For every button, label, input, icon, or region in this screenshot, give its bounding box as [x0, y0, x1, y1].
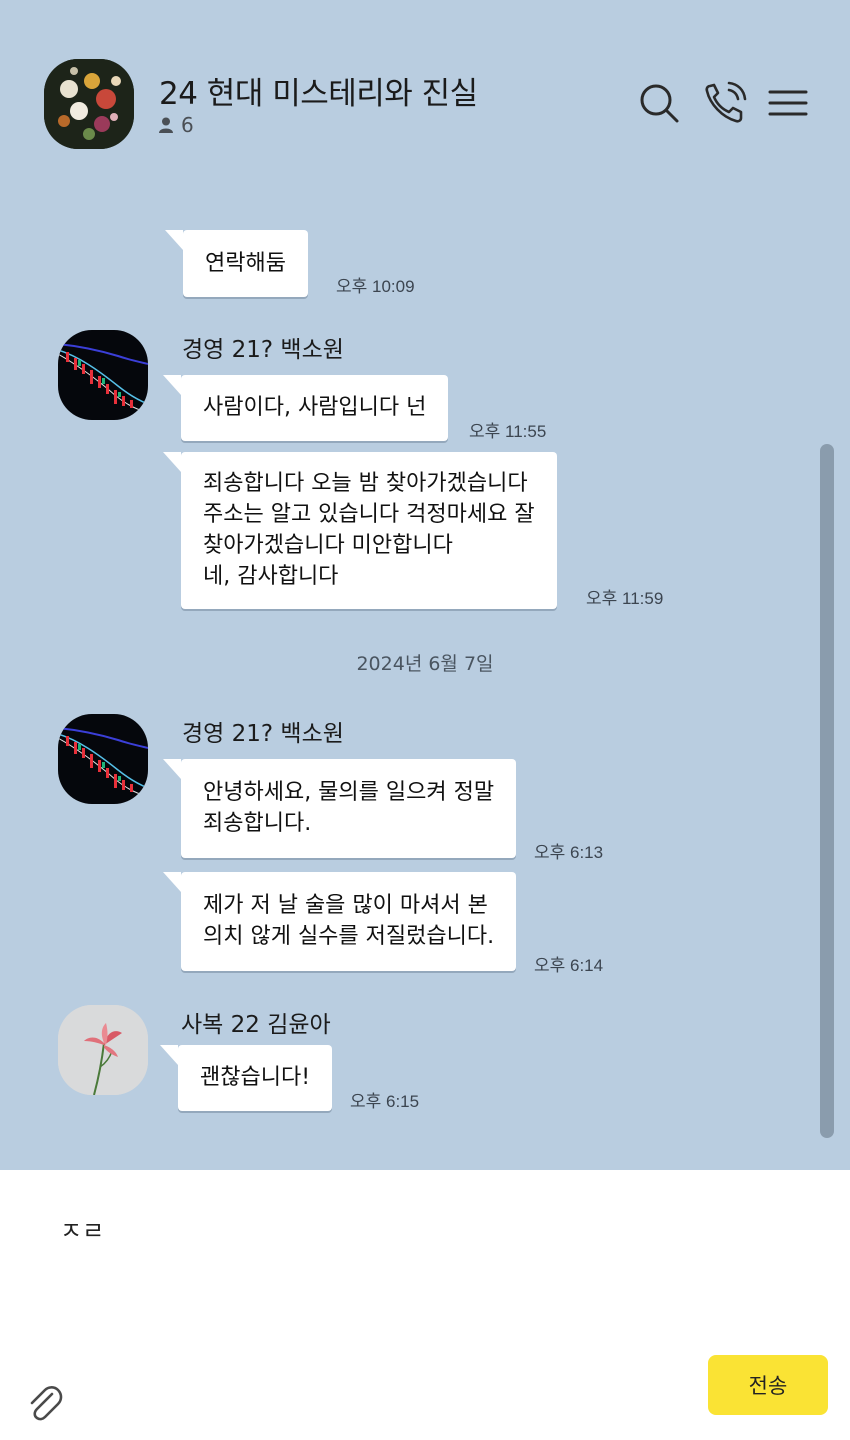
room-title: 24 현대 미스테리와 진실	[159, 76, 478, 112]
message-bubble[interactable]: 사람이다, 사람입니다 넌	[162, 375, 449, 441]
message-line: 제가 저 날 술을 많이 마셔서 본	[203, 893, 488, 918]
message-bubble[interactable]: 괜찮습니다!	[159, 1045, 333, 1111]
message-time: 오후 6:14	[534, 956, 604, 975]
sender-name: 경영 21? 백소원	[182, 721, 344, 747]
message-time: 오후 11:59	[586, 589, 664, 608]
message-bubble[interactable]: 안녕하세요, 물의를 일으켜 정말 죄송합니다.	[162, 759, 517, 858]
message-time: 오후 10:09	[336, 277, 415, 296]
message-line: 죄송합니다 오늘 밤 찾아가겠습니다	[203, 471, 528, 496]
message-line: 네, 감사합니다	[203, 564, 339, 589]
person-icon	[159, 117, 173, 133]
message-bubble[interactable]: 제가 저 날 술을 많이 마셔서 본 의치 않게 실수를 저질렀습니다.	[162, 872, 517, 971]
input-area: 전송	[0, 1170, 850, 1440]
message-text: 연락해둠	[205, 251, 286, 276]
avatar[interactable]	[58, 330, 148, 420]
message-input[interactable]	[60, 1214, 660, 1242]
message-time: 오후 6:13	[534, 843, 604, 862]
message-line: 찾아가겠습니다 미안합니다	[203, 533, 453, 558]
chat-header: 24 현대 미스테리와 진실 6	[0, 0, 850, 180]
menu-icon[interactable]	[766, 80, 812, 126]
avatar[interactable]	[58, 1005, 148, 1095]
call-icon[interactable]	[702, 80, 748, 126]
message-line: 죄송합니다.	[203, 811, 312, 836]
chat-area[interactable]: 연락해둠 오후 10:09 경영 21? 백소원 사람이다, 사람입니다 넌 오…	[0, 180, 850, 1170]
date-separator: 2024년 6월 7일	[356, 653, 494, 675]
scrollbar[interactable]	[820, 444, 834, 1138]
message-line: 주소는 알고 있습니다 걱정마세요 잘	[203, 502, 535, 527]
avatar[interactable]	[58, 714, 148, 804]
message-text: 사람이다, 사람입니다 넌	[203, 395, 427, 420]
send-button[interactable]: 전송	[708, 1355, 828, 1415]
message-time: 오후 11:55	[469, 422, 547, 441]
member-count: 6	[159, 113, 194, 137]
sender-name: 사복 22 김윤아	[181, 1012, 331, 1038]
message-line: 의치 않게 실수를 저질렀습니다.	[203, 924, 495, 949]
message-time: 오후 6:15	[350, 1092, 420, 1111]
search-icon[interactable]	[636, 80, 682, 126]
message-bubble[interactable]: 죄송합니다 오늘 밤 찾아가겠습니다 주소는 알고 있습니다 걱정마세요 잘 찾…	[163, 452, 557, 609]
room-avatar[interactable]	[44, 59, 134, 149]
message-bubble[interactable]: 연락해둠	[165, 230, 308, 297]
message-line: 안녕하세요, 물의를 일으켜 정말	[203, 780, 495, 805]
attach-icon[interactable]	[24, 1382, 64, 1422]
member-count-value: 6	[181, 113, 194, 137]
sender-name: 경영 21? 백소원	[182, 337, 344, 363]
message-text: 괜찮습니다!	[200, 1065, 311, 1090]
